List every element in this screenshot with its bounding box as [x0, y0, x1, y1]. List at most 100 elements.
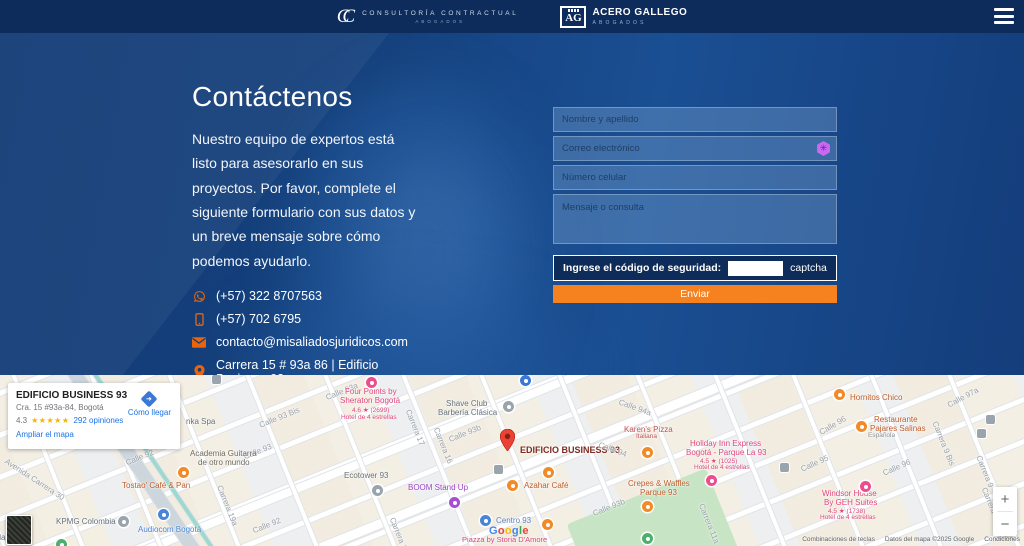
- map-poi-icon[interactable]: [507, 480, 518, 491]
- map-poi-icon[interactable]: [494, 465, 503, 474]
- map-poi-label[interactable]: Ecotower 93: [344, 471, 388, 480]
- map-poi-label[interactable]: de otro mundo: [198, 458, 250, 467]
- map-poi-icon[interactable]: [856, 421, 867, 432]
- submit-button[interactable]: Enviar: [553, 285, 837, 303]
- map-poi-icon[interactable]: [780, 463, 789, 472]
- whatsapp-icon: [192, 289, 206, 303]
- google-logo: Google: [489, 525, 529, 537]
- map-poi-label[interactable]: Hornitos Chico: [850, 393, 902, 402]
- map-poi-icon[interactable]: [158, 509, 169, 520]
- name-input[interactable]: [553, 107, 837, 132]
- zoom-out-button[interactable]: −: [993, 512, 1017, 536]
- reviews-link[interactable]: 292 opiniones: [73, 416, 123, 425]
- map-poi-label[interactable]: By GEH Suites: [824, 498, 877, 507]
- intro-text: Nuestro equipo de expertos está listo pa…: [192, 127, 420, 273]
- ag-logo[interactable]: AG ACERO GALLEGO ABOGADOS: [560, 6, 687, 28]
- map-poi-icon[interactable]: [372, 485, 383, 496]
- expand-map-link[interactable]: Ampliar el mapa: [16, 430, 172, 439]
- mobile-icon: [192, 312, 206, 326]
- message-textarea[interactable]: [553, 194, 837, 244]
- map-poi-label[interactable]: Restaurante: [874, 415, 918, 424]
- map-poi-label[interactable]: Sheraton Bogotá: [340, 396, 400, 405]
- contact-row-address: Carrera 15 # 93a 86 | Edificio Business …: [192, 358, 432, 375]
- captcha-word: captcha: [790, 262, 827, 274]
- map-poi-icon[interactable]: [366, 377, 377, 388]
- map-poi-icon[interactable]: [706, 475, 717, 486]
- map-poi-label[interactable]: Parque 93: [640, 488, 677, 497]
- map-poi-icon[interactable]: [986, 415, 995, 424]
- map-data-credit: Datos del mapa ©2025 Google: [885, 536, 974, 543]
- phone-input[interactable]: [553, 165, 837, 190]
- phone-number[interactable]: (+57) 702 6795: [216, 312, 301, 326]
- map-pin-icon[interactable]: [500, 429, 515, 451]
- terms-link[interactable]: Condiciones: [984, 536, 1020, 543]
- google-map[interactable]: EDIFICIO BUSINESS 93Calle 93aCalle 93 Bi…: [0, 375, 1024, 546]
- map-poi-icon[interactable]: [860, 481, 871, 492]
- map-poi-icon[interactable]: [118, 516, 129, 527]
- place-info-card: EDIFICIO BUSINESS 93 Cra. 15 #93a-84, Bo…: [8, 383, 180, 449]
- cc-logo[interactable]: CC CONSULTORÍA CONTRACTUAL ABOGADOS: [337, 6, 519, 28]
- map-poi-label[interactable]: Bogotá - Parque La 93: [686, 448, 767, 457]
- cc-monogram-icon: CC: [337, 6, 355, 28]
- street-address: Carrera 15 # 93a 86 | Edificio Business …: [216, 358, 432, 375]
- email-address[interactable]: contacto@misaliadosjuridicos.com: [216, 335, 408, 349]
- ag-logo-title: ACERO GALLEGO: [592, 7, 687, 18]
- street-view-thumbnail[interactable]: [6, 515, 32, 545]
- map-poi-icon[interactable]: [503, 401, 514, 412]
- map-poi-icon[interactable]: [642, 501, 653, 512]
- map-poi-icon[interactable]: [542, 519, 553, 530]
- email-icon: [192, 335, 206, 349]
- map-poi-icon[interactable]: [642, 447, 653, 458]
- map-poi-icon[interactable]: [449, 497, 460, 508]
- map-poi-label[interactable]: Shave Club: [446, 399, 487, 408]
- map-poi-icon[interactable]: [977, 429, 986, 438]
- map-poi-icon[interactable]: [834, 389, 845, 400]
- map-poi-label[interactable]: Four Points by: [345, 387, 397, 396]
- captcha-input[interactable]: [728, 261, 783, 276]
- map-poi-icon[interactable]: [56, 539, 67, 546]
- map-poi-label[interactable]: Italiana: [636, 433, 657, 440]
- map-poi-icon[interactable]: [543, 467, 554, 478]
- map-poi-label[interactable]: Barbería Clásica: [438, 408, 497, 417]
- email-input[interactable]: [553, 136, 837, 161]
- map-poi-label[interactable]: Tostao' Café & Pan: [122, 481, 190, 490]
- map-attribution: Combinaciones de teclas Datos del mapa ©…: [802, 536, 1020, 543]
- whatsapp-number[interactable]: (+57) 322 8707563: [216, 289, 322, 303]
- contact-row-email: contacto@misaliadosjuridicos.com: [192, 335, 432, 349]
- hamburger-menu-icon[interactable]: [994, 8, 1014, 24]
- location-icon: [192, 365, 206, 375]
- map-poi-label[interactable]: Hotel de 4 estrellas: [820, 514, 876, 521]
- map-poi-label[interactable]: Holiday Inn Express: [690, 439, 761, 448]
- keyboard-shortcuts-link[interactable]: Combinaciones de teclas: [802, 536, 875, 543]
- map-poi-label[interactable]: KPMG Colombia: [56, 517, 116, 526]
- rating-stars-icon: ★★★★★: [31, 416, 69, 425]
- map-poi-label[interactable]: BOOM Stand Up: [408, 483, 468, 492]
- top-navbar: CC CONSULTORÍA CONTRACTUAL ABOGADOS AG A…: [0, 0, 1024, 33]
- map-poi-label[interactable]: Hotel de 4 estrellas: [694, 464, 750, 471]
- map-poi-label[interactable]: 4.6 ★ (2699): [352, 406, 389, 414]
- cc-logo-title: CONSULTORÍA CONTRACTUAL: [362, 10, 518, 17]
- map-poi-icon[interactable]: [520, 375, 531, 386]
- directions-button[interactable]: ➜ Cómo llegar: [128, 393, 171, 417]
- map-poi-label[interactable]: Española: [868, 432, 895, 439]
- map-poi-label[interactable]: Azahar Café: [524, 481, 568, 490]
- map-poi-label[interactable]: Audiocom Bogotá: [138, 525, 201, 534]
- map-poi-icon[interactable]: [178, 467, 189, 478]
- zoom-in-button[interactable]: +: [993, 487, 1017, 511]
- page-title: Contáctenos: [192, 81, 432, 113]
- map-poi-label[interactable]: Centro 93: [496, 516, 531, 525]
- map-zoom-controls: + −: [993, 487, 1017, 536]
- map-poi-label[interactable]: Academia Guitarra: [190, 449, 257, 458]
- captcha-label: Ingrese el código de seguridad:: [563, 262, 721, 274]
- contact-hero-section: Contáctenos Nuestro equipo de expertos e…: [0, 33, 1024, 375]
- map-poi-icon[interactable]: [642, 533, 653, 544]
- map-poi-icon[interactable]: [212, 375, 221, 384]
- map-poi-label[interactable]: nka Spa: [186, 417, 215, 426]
- map-poi-label[interactable]: Crepes & Waffles: [628, 479, 690, 488]
- captcha-bar: Ingrese el código de seguridad: captcha: [553, 255, 837, 281]
- map-poi-label[interactable]: Hotel de 4 estrellas: [341, 414, 397, 421]
- header-logos: CC CONSULTORÍA CONTRACTUAL ABOGADOS AG A…: [0, 0, 1024, 33]
- ag-monogram-icon: AG: [560, 6, 586, 28]
- ag-logo-subtitle: ABOGADOS: [592, 20, 687, 26]
- contact-row-phone: (+57) 702 6795: [192, 312, 432, 326]
